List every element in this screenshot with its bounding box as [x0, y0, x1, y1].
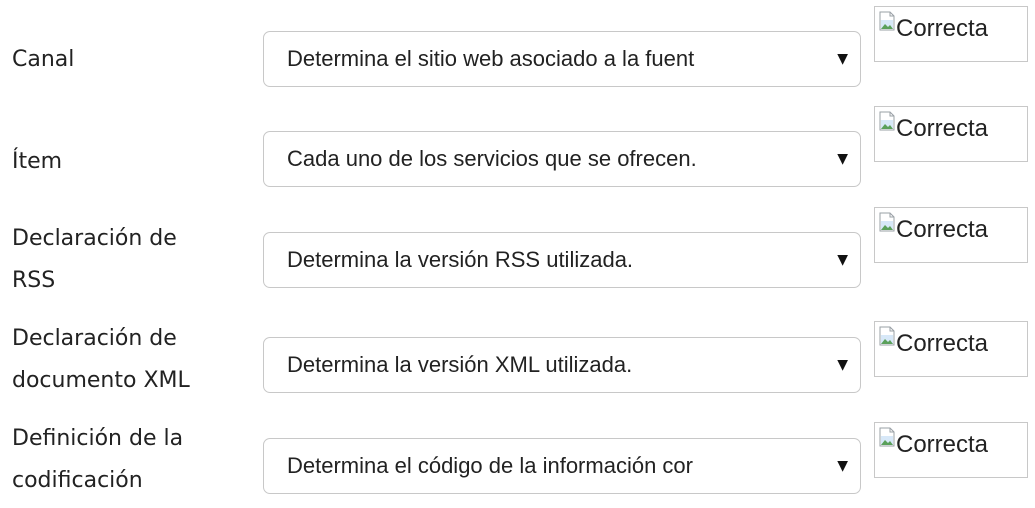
row-label: Declaración de documento XML — [12, 326, 190, 393]
result-image: Correcta — [874, 6, 1028, 62]
match-row: Declaración de documento XML Determina l… — [0, 300, 1035, 400]
row-label: Canal — [12, 47, 75, 72]
answer-select[interactable]: Determina el código de la información co… — [263, 438, 861, 494]
result-image: Correcta — [874, 106, 1028, 162]
result-image: Correcta — [874, 422, 1028, 478]
triangle-down-icon: ▼ — [837, 357, 848, 373]
broken-image-icon — [879, 212, 895, 232]
triangle-down-icon: ▼ — [837, 51, 848, 67]
answer-select[interactable]: Determina la versión XML utilizada. ▼ — [263, 337, 861, 393]
broken-image-icon — [879, 111, 895, 131]
match-row: Declaración de RSS Determina la versión … — [0, 200, 1035, 300]
match-row: Definición de la codificación Determina … — [0, 400, 1035, 508]
select-value: Cada uno de los servicios que se ofrecen… — [287, 146, 697, 171]
result-alt-text: Correcta — [896, 330, 989, 357]
select-value: Determina el sitio web asociado a la fue… — [287, 46, 695, 71]
row-label: Declaración de RSS — [12, 226, 177, 293]
row-label: Ítem — [12, 149, 63, 174]
answer-select[interactable]: Determina la versión RSS utilizada. ▼ — [263, 232, 861, 288]
triangle-down-icon: ▼ — [837, 458, 848, 474]
broken-image-icon — [879, 11, 895, 31]
result-image: Correcta — [874, 321, 1028, 377]
result-alt-text: Correcta — [896, 216, 989, 243]
result-alt-text: Correcta — [896, 431, 989, 458]
triangle-down-icon: ▼ — [837, 252, 848, 268]
select-value: Determina la versión RSS utilizada. — [287, 247, 634, 272]
result-alt-text: Correcta — [896, 15, 989, 42]
match-row: Ítem Cada uno de los servicios que se of… — [0, 100, 1035, 200]
answer-select[interactable]: Cada uno de los servicios que se ofrecen… — [263, 131, 861, 187]
answer-select[interactable]: Determina el sitio web asociado a la fue… — [263, 31, 861, 87]
broken-image-icon — [879, 326, 895, 346]
result-image: Correcta — [874, 207, 1028, 263]
broken-image-icon — [879, 427, 895, 447]
row-label: Definición de la codificación — [12, 426, 184, 493]
match-row: Canal Determina el sitio web asociado a … — [0, 0, 1035, 100]
result-alt-text: Correcta — [896, 115, 989, 142]
select-value: Determina el código de la información co… — [287, 453, 693, 478]
triangle-down-icon: ▼ — [837, 151, 848, 167]
select-value: Determina la versión XML utilizada. — [287, 352, 633, 377]
